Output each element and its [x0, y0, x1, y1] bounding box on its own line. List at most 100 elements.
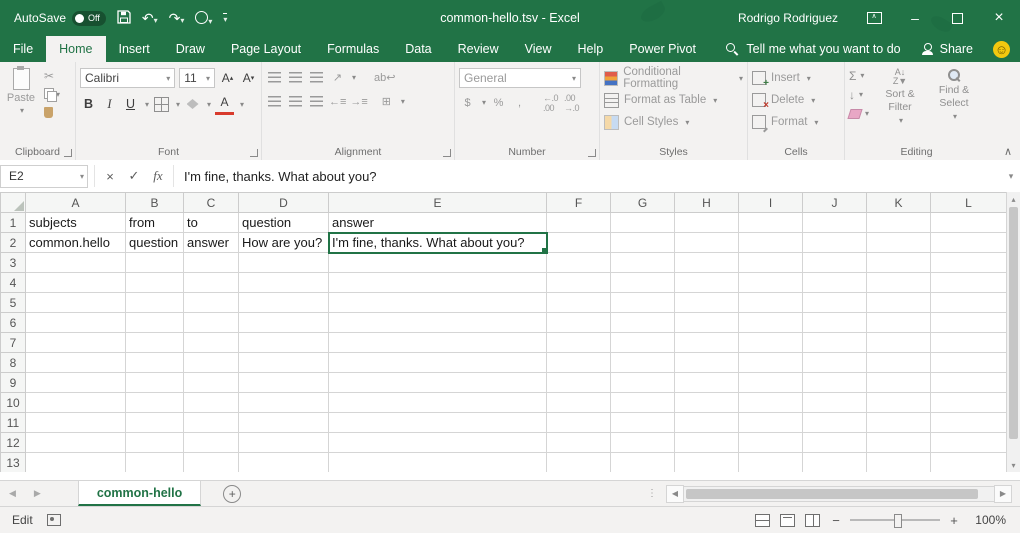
cell-L11[interactable]	[931, 413, 1007, 433]
row-header-12[interactable]: 12	[1, 433, 26, 453]
cell-L5[interactable]	[931, 293, 1007, 313]
cell-J6[interactable]	[803, 313, 867, 333]
increase-indent-icon[interactable]: →≡	[350, 92, 367, 111]
formula-input[interactable]: I'm fine, thanks. What about you?	[173, 165, 1002, 187]
cell-G7[interactable]	[611, 333, 675, 353]
cell-G4[interactable]	[611, 273, 675, 293]
alignment-dialog-launcher[interactable]	[443, 149, 451, 157]
cell-F9[interactable]	[547, 373, 611, 393]
cell-B7[interactable]	[126, 333, 184, 353]
close-button[interactable]: ×	[978, 0, 1020, 36]
cell-G10[interactable]	[611, 393, 675, 413]
cell-C7[interactable]	[184, 333, 239, 353]
cell-H8[interactable]	[675, 353, 739, 373]
cell-C1[interactable]: to	[184, 213, 239, 233]
enter-icon[interactable]: ✓	[123, 165, 145, 187]
ribbon-tab-review[interactable]: Review	[445, 36, 512, 62]
macro-record-icon[interactable]	[47, 514, 61, 526]
cell-F4[interactable]	[547, 273, 611, 293]
ribbon-tab-insert[interactable]: Insert	[106, 36, 163, 62]
cell-K4[interactable]	[867, 273, 931, 293]
cell-H11[interactable]	[675, 413, 739, 433]
cell-H2[interactable]	[675, 233, 739, 253]
ribbon-tab-file[interactable]: File	[0, 36, 46, 62]
column-header-I[interactable]: I	[739, 193, 803, 213]
cell-A5[interactable]	[26, 293, 126, 313]
cell-D1[interactable]: question	[239, 213, 329, 233]
cell-B1[interactable]: from	[126, 213, 184, 233]
cell-D11[interactable]	[239, 413, 329, 433]
page-layout-view-icon[interactable]	[780, 514, 795, 527]
cell-I1[interactable]	[739, 213, 803, 233]
align-left-icon[interactable]	[266, 92, 283, 111]
cell-L3[interactable]	[931, 253, 1007, 273]
cell-D7[interactable]	[239, 333, 329, 353]
cell-B3[interactable]	[126, 253, 184, 273]
cell-B11[interactable]	[126, 413, 184, 433]
cell-F12[interactable]	[547, 433, 611, 453]
cell-E8[interactable]	[329, 353, 547, 373]
column-header-K[interactable]: K	[867, 193, 931, 213]
cell-H5[interactable]	[675, 293, 739, 313]
redo-dropdown-arrow[interactable]: ▾	[180, 16, 184, 25]
scroll-down-icon[interactable]: ▾	[1007, 458, 1020, 472]
cell-I8[interactable]	[739, 353, 803, 373]
vertical-scroll-thumb[interactable]	[1009, 207, 1018, 439]
cell-B12[interactable]	[126, 433, 184, 453]
undo-dropdown-arrow[interactable]: ▾	[154, 16, 158, 25]
cell-L10[interactable]	[931, 393, 1007, 413]
cell-B6[interactable]	[126, 313, 184, 333]
cell-E4[interactable]	[329, 273, 547, 293]
cell-J11[interactable]	[803, 413, 867, 433]
cell-J12[interactable]	[803, 433, 867, 453]
cell-G12[interactable]	[611, 433, 675, 453]
conditional-formatting-button[interactable]: Conditional Formatting ▾	[604, 68, 743, 88]
cell-E5[interactable]	[329, 293, 547, 313]
clear-button[interactable]: ▾	[849, 106, 869, 121]
cell-D8[interactable]	[239, 353, 329, 373]
font-color-icon[interactable]: A	[215, 93, 234, 115]
cell-F2[interactable]	[547, 233, 611, 253]
cell-H7[interactable]	[675, 333, 739, 353]
sheet-nav-right-icon[interactable]: ▶	[25, 488, 50, 499]
cell-D10[interactable]	[239, 393, 329, 413]
zoom-slider-thumb[interactable]	[894, 514, 902, 528]
cell-A2[interactable]: common.hello	[26, 233, 126, 253]
cell-H10[interactable]	[675, 393, 739, 413]
borders-dropdown-arrow[interactable]: ▾	[176, 100, 180, 109]
delete-cells-button[interactable]: Delete ▾	[752, 90, 840, 110]
cell-D2[interactable]: How are you?	[239, 233, 329, 253]
font-color-dropdown-arrow[interactable]: ▾	[240, 100, 244, 109]
cell-L1[interactable]	[931, 213, 1007, 233]
cell-F3[interactable]	[547, 253, 611, 273]
cell-K2[interactable]	[867, 233, 931, 253]
column-header-J[interactable]: J	[803, 193, 867, 213]
cell-A11[interactable]	[26, 413, 126, 433]
scroll-up-icon[interactable]: ▴	[1007, 192, 1020, 206]
cell-J13[interactable]	[803, 453, 867, 473]
cell-D12[interactable]	[239, 433, 329, 453]
paste-button[interactable]: Paste ▾	[4, 66, 38, 144]
cell-B2[interactable]: question	[126, 233, 184, 253]
align-right-icon[interactable]	[308, 92, 325, 111]
format-painter-icon[interactable]	[44, 105, 60, 119]
cell-F13[interactable]	[547, 453, 611, 473]
number-dialog-launcher[interactable]	[588, 149, 596, 157]
zoom-out-icon[interactable]: −	[830, 513, 842, 528]
cell-G6[interactable]	[611, 313, 675, 333]
cell-B10[interactable]	[126, 393, 184, 413]
cell-E7[interactable]	[329, 333, 547, 353]
row-header-4[interactable]: 4	[1, 273, 26, 293]
orientation-icon[interactable]: ↗	[329, 68, 346, 87]
row-header-8[interactable]: 8	[1, 353, 26, 373]
cell-D6[interactable]	[239, 313, 329, 333]
cell-E6[interactable]	[329, 313, 547, 333]
sheet-bar-resize-handle[interactable]: ⋮	[647, 488, 658, 499]
cell-J4[interactable]	[803, 273, 867, 293]
ribbon-tab-data[interactable]: Data	[392, 36, 444, 62]
expand-formula-bar-icon[interactable]: ▾	[1002, 171, 1020, 182]
cell-A1[interactable]: subjects	[26, 213, 126, 233]
orientation-dropdown-arrow[interactable]: ▾	[352, 73, 356, 82]
feedback-smiley-icon[interactable]: ☺	[993, 41, 1010, 58]
cell-C3[interactable]	[184, 253, 239, 273]
